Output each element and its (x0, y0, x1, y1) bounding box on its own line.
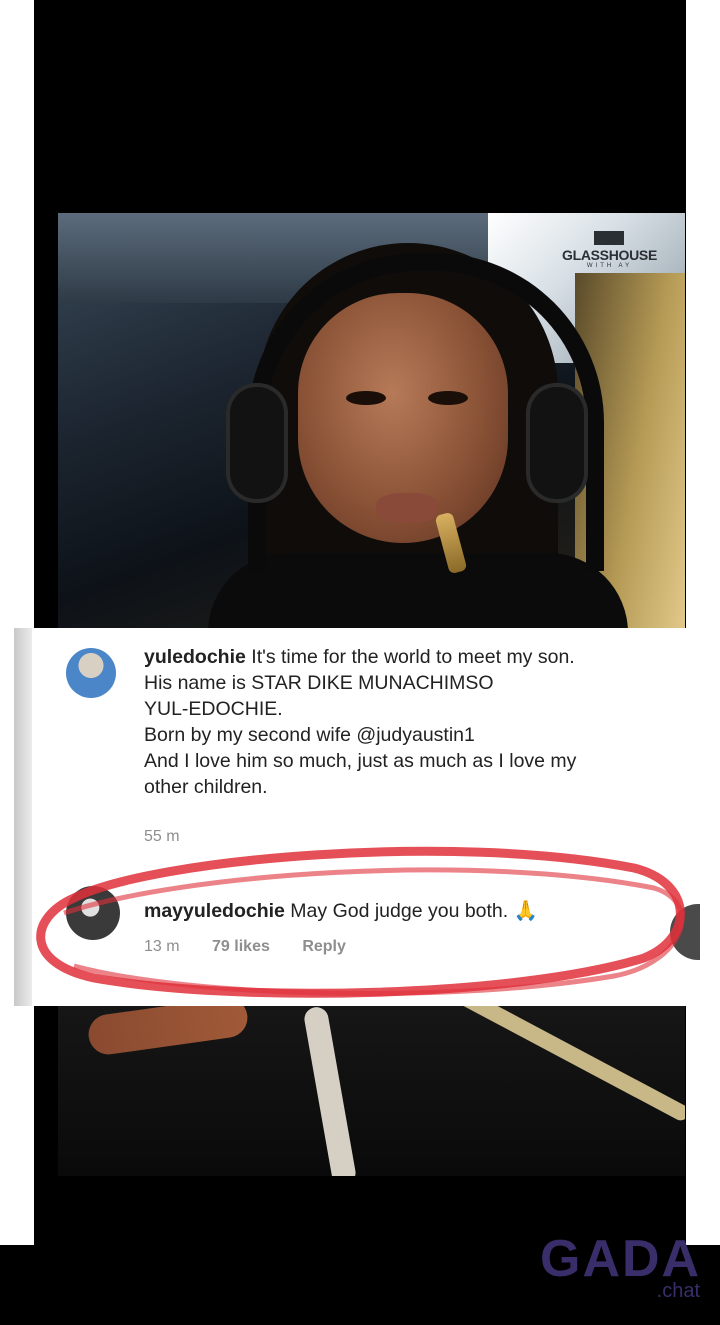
reply-button[interactable]: Reply (302, 938, 346, 956)
headphones-cup-left (226, 383, 288, 503)
comment-card: yuledochie It's time for the world to me… (14, 628, 700, 1006)
video-still-top: GLASSHOUSE WITH AY (58, 213, 685, 628)
comment-text: yuledochie It's time for the world to me… (144, 644, 684, 800)
comment-body: May God judge you both. 🙏 (284, 900, 538, 922)
logo-mark-icon (594, 231, 625, 245)
strap (302, 1006, 358, 1176)
comment-line: Born by my second wife @judyaustin1 (144, 724, 475, 746)
video-still-bottom (58, 1006, 685, 1176)
gada-watermark: GADA .chat (540, 1230, 702, 1302)
comment-line: And I love him so much, just as much as … (144, 750, 577, 772)
glasshouse-logo: GLASSHOUSE WITH AY (562, 231, 657, 269)
comment-line: It's time for the world to meet my son. (245, 646, 575, 668)
comment-line: other children. (144, 776, 268, 798)
comment-text: mayyuledochie May God judge you both. 🙏 (144, 898, 684, 924)
timestamp: 13 m (144, 938, 180, 955)
avatar[interactable] (66, 648, 116, 698)
comment-meta: 13 m 79 likes Reply (144, 938, 374, 956)
headphones-cup-right (526, 383, 588, 503)
timestamp: 55 m (144, 828, 180, 845)
likes-count[interactable]: 79 likes (212, 938, 270, 956)
username[interactable]: yuledochie (144, 646, 246, 668)
hand (85, 1006, 251, 1057)
comment-line: His name is STAR DIKE MUNACHIMSO (144, 672, 494, 694)
avatar[interactable] (66, 886, 120, 940)
cable (454, 1006, 685, 1124)
comment-meta: 55 m (144, 828, 208, 846)
username[interactable]: mayyuledochie (144, 900, 285, 922)
card-edge (14, 628, 32, 1006)
comment-line: YUL-EDOCHIE. (144, 698, 283, 720)
